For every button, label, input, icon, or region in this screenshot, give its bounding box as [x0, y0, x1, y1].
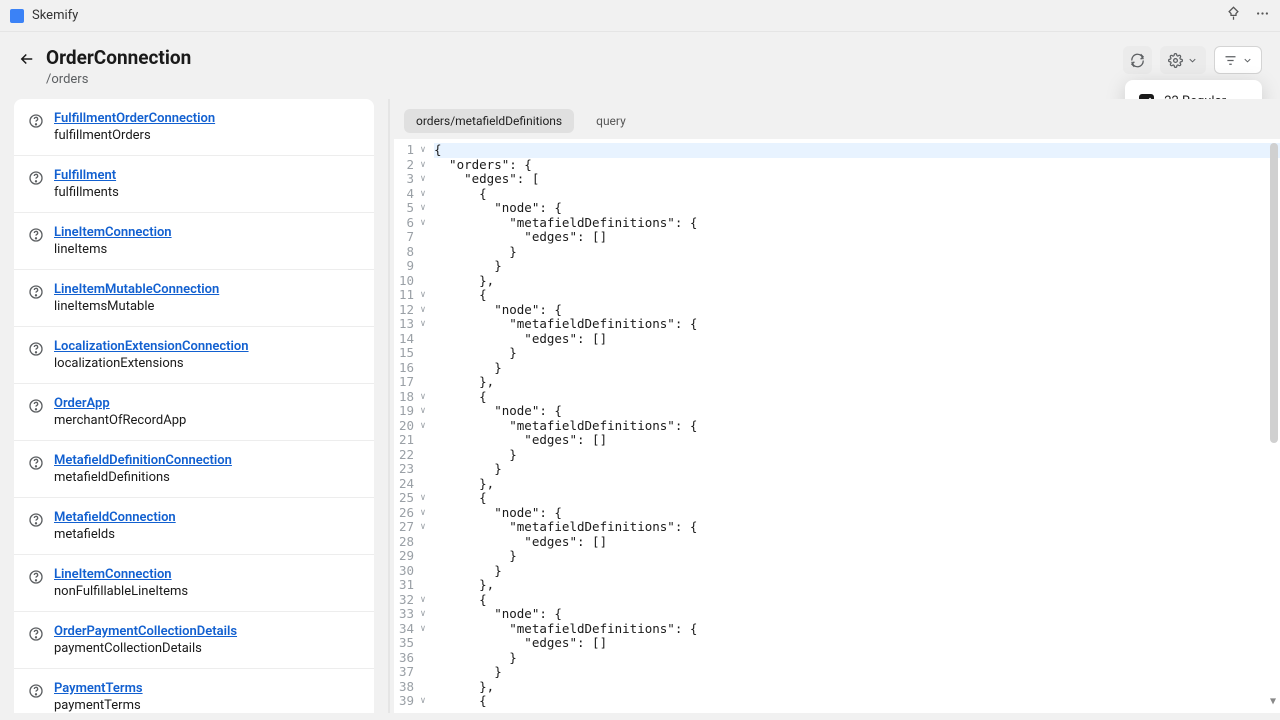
breadcrumb: /orders [46, 72, 191, 87]
help-icon [28, 341, 44, 357]
settings-button[interactable] [1160, 46, 1206, 74]
type-link[interactable]: LineItemConnection [54, 225, 172, 240]
pin-icon[interactable] [1226, 6, 1241, 25]
list-item[interactable]: MetafieldConnection metafields [14, 498, 374, 555]
list-item[interactable]: LineItemMutableConnection lineItemsMutabl… [14, 270, 374, 327]
page-title: OrderConnection [46, 46, 191, 69]
help-icon [28, 683, 44, 699]
help-icon [28, 512, 44, 528]
type-link[interactable]: Fulfillment [54, 168, 119, 183]
list-item[interactable]: LineItemConnection lineItems [14, 213, 374, 270]
type-link[interactable]: MetafieldConnection [54, 510, 176, 525]
list-item[interactable]: OrderApp merchantOfRecordApp [14, 384, 374, 441]
list-item[interactable]: FulfillmentOrderConnection fulfillmentOrd… [14, 99, 374, 156]
help-icon [28, 113, 44, 129]
editor-scrollbar[interactable] [1270, 143, 1278, 443]
page-header: OrderConnection /orders 22 Regular25 Mon… [0, 32, 1280, 99]
filter-button[interactable] [1214, 46, 1262, 74]
sidebar[interactable]: FulfillmentOrderConnection fulfillmentOrd… [0, 99, 388, 713]
help-icon [28, 455, 44, 471]
refresh-button[interactable] [1123, 46, 1152, 74]
type-link[interactable]: FulfillmentOrderConnection [54, 111, 215, 126]
field-name: lineItemsMutable [54, 299, 219, 314]
field-name: paymentTerms [54, 698, 143, 713]
field-name: paymentCollectionDetails [54, 641, 237, 656]
list-item[interactable]: Fulfillment fulfillments [14, 156, 374, 213]
app-name: Skemify [32, 8, 78, 23]
list-item[interactable]: MetafieldDefinitionConnection metafieldDe… [14, 441, 374, 498]
field-name: nonFulfillableLineItems [54, 584, 188, 599]
help-icon [28, 170, 44, 186]
help-icon [28, 284, 44, 300]
type-link[interactable]: PaymentTerms [54, 681, 143, 696]
type-link[interactable]: MetafieldDefinitionConnection [54, 453, 232, 468]
list-item[interactable]: PaymentTerms paymentTerms [14, 669, 374, 713]
tab[interactable]: orders/metafieldDefinitions [404, 109, 574, 133]
list-item[interactable]: LineItemConnection nonFulfillableLineItem… [14, 555, 374, 612]
list-item[interactable]: LocalizationExtensionConnection localizat… [14, 327, 374, 384]
field-name: fulfillments [54, 185, 119, 200]
main-panel: orders/metafieldDefinitions query 1234567… [388, 99, 1280, 713]
type-link[interactable]: OrderPaymentCollectionDetails [54, 624, 237, 639]
app-logo [10, 9, 24, 23]
tab[interactable]: query [584, 109, 638, 133]
more-icon[interactable] [1255, 6, 1270, 25]
scroll-down-icon[interactable]: ▼ [1270, 695, 1276, 710]
help-icon [28, 398, 44, 414]
code-editor[interactable]: 1234567891011121314151617181920212223242… [394, 139, 1280, 713]
topbar: Skemify [0, 0, 1280, 32]
type-link[interactable]: LineItemConnection [54, 567, 188, 582]
type-link[interactable]: OrderApp [54, 396, 186, 411]
field-name: fulfillmentOrders [54, 128, 215, 143]
field-name: lineItems [54, 242, 172, 257]
list-item[interactable]: OrderPaymentCollectionDetails paymentColl… [14, 612, 374, 669]
field-name: metafieldDefinitions [54, 470, 232, 485]
tabs: orders/metafieldDefinitions query [390, 99, 1280, 139]
field-name: merchantOfRecordApp [54, 413, 186, 428]
field-name: localizationExtensions [54, 356, 249, 371]
type-link[interactable]: LocalizationExtensionConnection [54, 339, 249, 354]
help-icon [28, 569, 44, 585]
type-link[interactable]: LineItemMutableConnection [54, 282, 219, 297]
field-name: metafields [54, 527, 176, 542]
back-button[interactable] [18, 50, 36, 72]
help-icon [28, 227, 44, 243]
help-icon [28, 626, 44, 642]
